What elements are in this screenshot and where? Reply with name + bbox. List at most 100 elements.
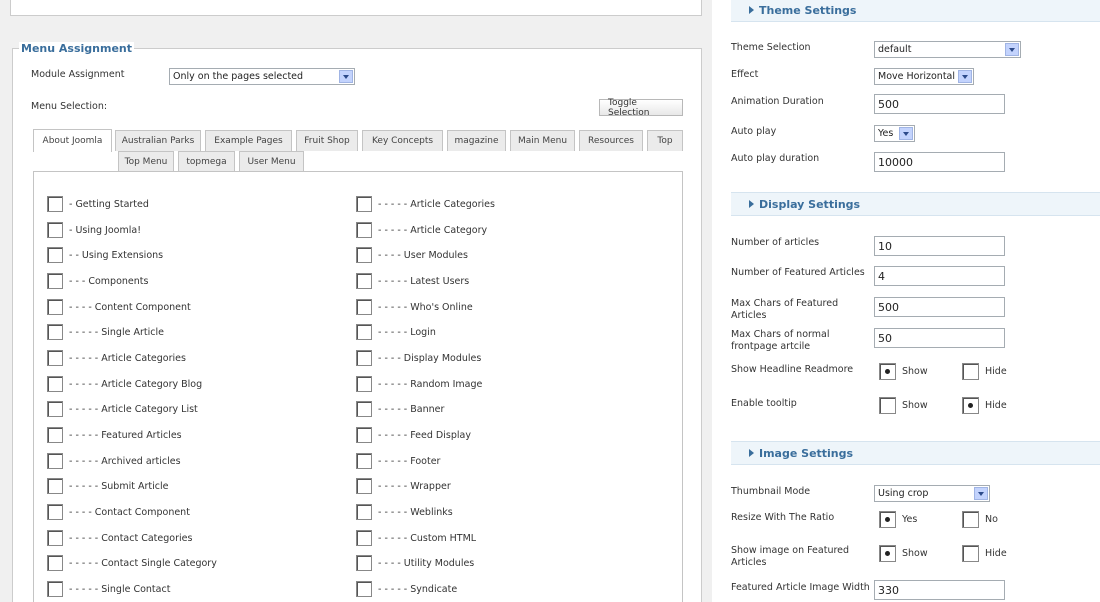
checkbox[interactable] (47, 299, 63, 315)
list-item[interactable]: - - - - - Custom HTML (356, 529, 476, 547)
list-item[interactable]: - - - - Content Component (47, 298, 191, 316)
list-item[interactable]: - - - - Display Modules (356, 349, 481, 367)
checkbox[interactable] (356, 299, 372, 315)
tooltip-hide-radio[interactable]: Hide (962, 397, 1007, 414)
list-item[interactable]: - - - - - Feed Display (356, 426, 471, 444)
show-image-featured-hide-radio[interactable]: Hide (962, 545, 1007, 562)
display-settings-header[interactable]: Display Settings (731, 192, 1100, 216)
tab-main-menu[interactable]: Main Menu (510, 130, 575, 151)
list-item[interactable]: - - - - - Article Category (356, 221, 487, 239)
radio-button[interactable] (962, 545, 979, 562)
checkbox[interactable] (47, 530, 63, 546)
checkbox[interactable] (356, 427, 372, 443)
list-item[interactable]: - - - - - Article Categories (356, 195, 495, 213)
list-item[interactable]: - - - - - Random Image (356, 375, 482, 393)
radio-button[interactable] (962, 511, 979, 528)
headline-readmore-show-radio[interactable]: Show (879, 363, 928, 380)
checkbox[interactable] (47, 222, 63, 238)
list-item[interactable]: - - - - Contact Component (47, 503, 190, 521)
tab-resources[interactable]: Resources (579, 130, 643, 151)
featured-image-width-input[interactable]: 330 (874, 580, 1005, 600)
checkbox[interactable] (47, 427, 63, 443)
resize-ratio-no-radio[interactable]: No (962, 511, 998, 528)
list-item[interactable]: - - - - - Single Contact (47, 580, 170, 598)
radio-button[interactable] (962, 363, 979, 380)
list-item[interactable]: - - - - - Contact Categories (47, 529, 192, 547)
list-item[interactable]: - Using Joomla! (47, 221, 141, 239)
checkbox[interactable] (356, 581, 372, 597)
checkbox[interactable] (47, 273, 63, 289)
tab-example-pages[interactable]: Example Pages (205, 130, 292, 151)
list-item[interactable]: - - - - - Weblinks (356, 503, 453, 521)
checkbox[interactable] (356, 555, 372, 571)
auto-play-duration-input[interactable]: 10000 (874, 152, 1005, 172)
auto-play-select[interactable]: Yes (874, 125, 915, 142)
list-item[interactable]: - Getting Started (47, 195, 149, 213)
theme-selection-select[interactable]: default (874, 41, 1021, 58)
checkbox[interactable] (47, 504, 63, 520)
tab-about-joomla[interactable]: About Joomla (33, 129, 112, 152)
show-image-featured-show-radio[interactable]: Show (879, 545, 928, 562)
checkbox[interactable] (356, 196, 372, 212)
checkbox[interactable] (356, 530, 372, 546)
checkbox[interactable] (356, 350, 372, 366)
checkbox[interactable] (356, 376, 372, 392)
checkbox[interactable] (356, 273, 372, 289)
checkbox[interactable] (47, 478, 63, 494)
headline-readmore-hide-radio[interactable]: Hide (962, 363, 1007, 380)
list-item[interactable]: - - - - - Single Article (47, 323, 164, 341)
checkbox[interactable] (47, 401, 63, 417)
checkbox[interactable] (356, 401, 372, 417)
tab-key-concepts[interactable]: Key Concepts (362, 130, 443, 151)
resize-ratio-yes-radio[interactable]: Yes (879, 511, 917, 528)
list-item[interactable]: - - - - - Archived articles (47, 452, 181, 470)
effect-select[interactable]: Move Horizontal (874, 68, 974, 85)
checkbox[interactable] (47, 324, 63, 340)
animation-duration-input[interactable]: 500 (874, 94, 1005, 114)
radio-button[interactable] (879, 511, 896, 528)
list-item[interactable]: - - - - - Wrapper (356, 477, 451, 495)
checkbox[interactable] (356, 247, 372, 263)
list-item[interactable]: - - - - - Footer (356, 452, 440, 470)
list-item[interactable]: - - Using Extensions (47, 246, 163, 264)
list-item[interactable]: - - - - User Modules (356, 246, 468, 264)
tab-top-menu[interactable]: Top Menu (118, 151, 174, 172)
tab-user-menu[interactable]: User Menu (239, 151, 304, 172)
list-item[interactable]: - - - - - Who's Online (356, 298, 473, 316)
max-chars-normal-input[interactable]: 50 (874, 328, 1005, 348)
radio-button[interactable] (962, 397, 979, 414)
list-item[interactable]: - - - - - Article Category Blog (47, 375, 202, 393)
checkbox[interactable] (356, 324, 372, 340)
list-item[interactable]: - - - - - Submit Article (47, 477, 168, 495)
checkbox[interactable] (47, 196, 63, 212)
tab-australian-parks[interactable]: Australian Parks (115, 130, 201, 151)
thumbnail-mode-select[interactable]: Using crop (874, 485, 990, 502)
list-item[interactable]: - - - - - Syndicate (356, 580, 457, 598)
tab-magazine[interactable]: magazine (447, 130, 506, 151)
list-item[interactable]: - - - - - Banner (356, 400, 444, 418)
tab-fruit-shop[interactable]: Fruit Shop (296, 130, 358, 151)
checkbox[interactable] (47, 453, 63, 469)
list-item[interactable]: - - - - - Contact Single Category (47, 554, 217, 572)
radio-button[interactable] (879, 397, 896, 414)
max-chars-featured-input[interactable]: 500 (874, 297, 1005, 317)
checkbox[interactable] (356, 453, 372, 469)
list-item[interactable]: - - - - Utility Modules (356, 554, 474, 572)
module-assignment-select[interactable]: Only on the pages selected (169, 68, 355, 85)
radio-button[interactable] (879, 545, 896, 562)
tab-top[interactable]: Top (647, 130, 683, 151)
checkbox[interactable] (356, 478, 372, 494)
list-item[interactable]: - - - Components (47, 272, 148, 290)
checkbox[interactable] (356, 504, 372, 520)
toggle-selection-button[interactable]: Toggle Selection (599, 98, 683, 118)
tab-topmega[interactable]: topmega (178, 151, 235, 172)
checkbox[interactable] (47, 581, 63, 597)
tooltip-show-radio[interactable]: Show (879, 397, 928, 414)
number-of-featured-input[interactable]: 4 (874, 266, 1005, 286)
list-item[interactable]: - - - - - Latest Users (356, 272, 469, 290)
list-item[interactable]: - - - - - Article Category List (47, 400, 198, 418)
checkbox[interactable] (47, 376, 63, 392)
number-of-articles-input[interactable]: 10 (874, 236, 1005, 256)
list-item[interactable]: - - - - - Featured Articles (47, 426, 182, 444)
checkbox[interactable] (47, 247, 63, 263)
